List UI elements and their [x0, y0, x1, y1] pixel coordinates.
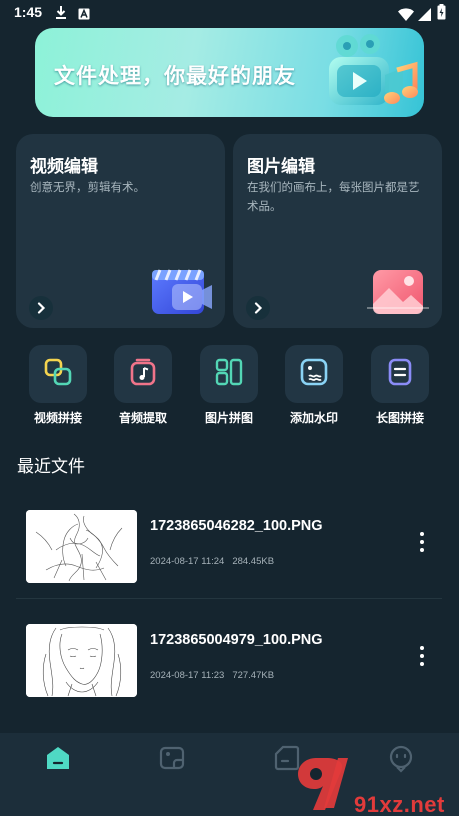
chevron-right-icon[interactable] [29, 296, 53, 320]
signal-icon [418, 6, 431, 25]
file-row[interactable]: 1723865046282_100.PNG 2024-08-17 11:24 28… [16, 496, 442, 602]
file-size: 727.47KB [232, 670, 275, 681]
card-title: 图片编辑 [247, 157, 315, 177]
file-thumbnail [26, 510, 137, 583]
battery-icon [437, 4, 446, 24]
video-camera-music-icon [315, 30, 424, 117]
home-icon[interactable] [43, 743, 73, 773]
more-vertical-icon[interactable] [412, 528, 432, 556]
tool-video-stitch[interactable]: 视频拼接 [18, 345, 98, 429]
tool-label: 图片拼图 [204, 411, 253, 425]
download-icon [55, 5, 67, 24]
collage-icon [214, 357, 244, 391]
file-name: 1723865004979_100.PNG [150, 632, 323, 648]
file-meta: 2024-08-17 11:24 284.45KB [150, 556, 274, 567]
watermark-text: 91xz.net [354, 792, 445, 816]
file-name: 1723865046282_100.PNG [150, 518, 323, 534]
card-title: 视频编辑 [30, 157, 98, 177]
file-date: 2024-08-17 11:23 [150, 670, 225, 681]
tool-label: 添加水印 [289, 411, 338, 425]
status-time: 1:45 [14, 4, 43, 20]
tool-label: 视频拼接 [33, 411, 82, 425]
watermark-icon [299, 357, 329, 391]
card-description: 创意无界，剪辑有术。 [30, 180, 145, 194]
banner-text: 文件处理，你最好的朋友 [54, 64, 296, 88]
more-vertical-icon[interactable] [412, 642, 432, 670]
file-thumbnail [26, 624, 137, 697]
tool-tile[interactable] [285, 345, 343, 403]
image-edit-card[interactable]: 图片编辑 在我们的画布上，每张图片都是艺术品。 [233, 134, 442, 328]
tool-audio-extract[interactable]: 音频提取 [103, 345, 183, 429]
chevron-right-icon[interactable] [246, 296, 270, 320]
file-meta: 2024-08-17 11:23 727.47KB [150, 670, 274, 681]
video-stitch-icon [43, 357, 73, 391]
status-bar: 1:45 [0, 0, 459, 26]
recent-files-title: 最近文件 [17, 457, 85, 477]
tool-label: 音频提取 [118, 411, 167, 425]
app-screen: 1:45 文件处理，你最好的朋友 视频编辑 创意无界，剪辑有术。 图片编辑 在我… [0, 0, 459, 816]
long-image-icon [385, 357, 415, 391]
tool-collage[interactable]: 图片拼图 [189, 345, 269, 429]
file-size: 284.45KB [232, 556, 275, 567]
tool-label: 长图拼接 [375, 411, 424, 425]
card-description: 在我们的画布上，每张图片都是艺术品。 [247, 180, 420, 213]
tool-tile[interactable] [371, 345, 429, 403]
tool-long-image[interactable]: 长图拼接 [360, 345, 440, 429]
gallery-icon[interactable] [157, 743, 187, 773]
promo-banner[interactable]: 文件处理，你最好的朋友 [35, 28, 424, 117]
clapperboard-icon [148, 264, 214, 324]
image-icon [365, 264, 431, 324]
tool-tile[interactable] [114, 345, 172, 403]
text-a-icon [78, 5, 90, 24]
tool-watermark[interactable]: 添加水印 [274, 345, 354, 429]
music-note-icon [128, 357, 158, 391]
video-edit-card[interactable]: 视频编辑 创意无界，剪辑有术。 [16, 134, 225, 328]
divider [16, 598, 442, 599]
file-date: 2024-08-17 11:24 [150, 556, 225, 567]
tool-tile[interactable] [200, 345, 258, 403]
tool-tile[interactable] [29, 345, 87, 403]
wifi-icon [398, 6, 414, 25]
file-row[interactable]: 1723865004979_100.PNG 2024-08-17 11:23 72… [16, 610, 442, 716]
site-watermark: 91xz.net [286, 752, 459, 816]
